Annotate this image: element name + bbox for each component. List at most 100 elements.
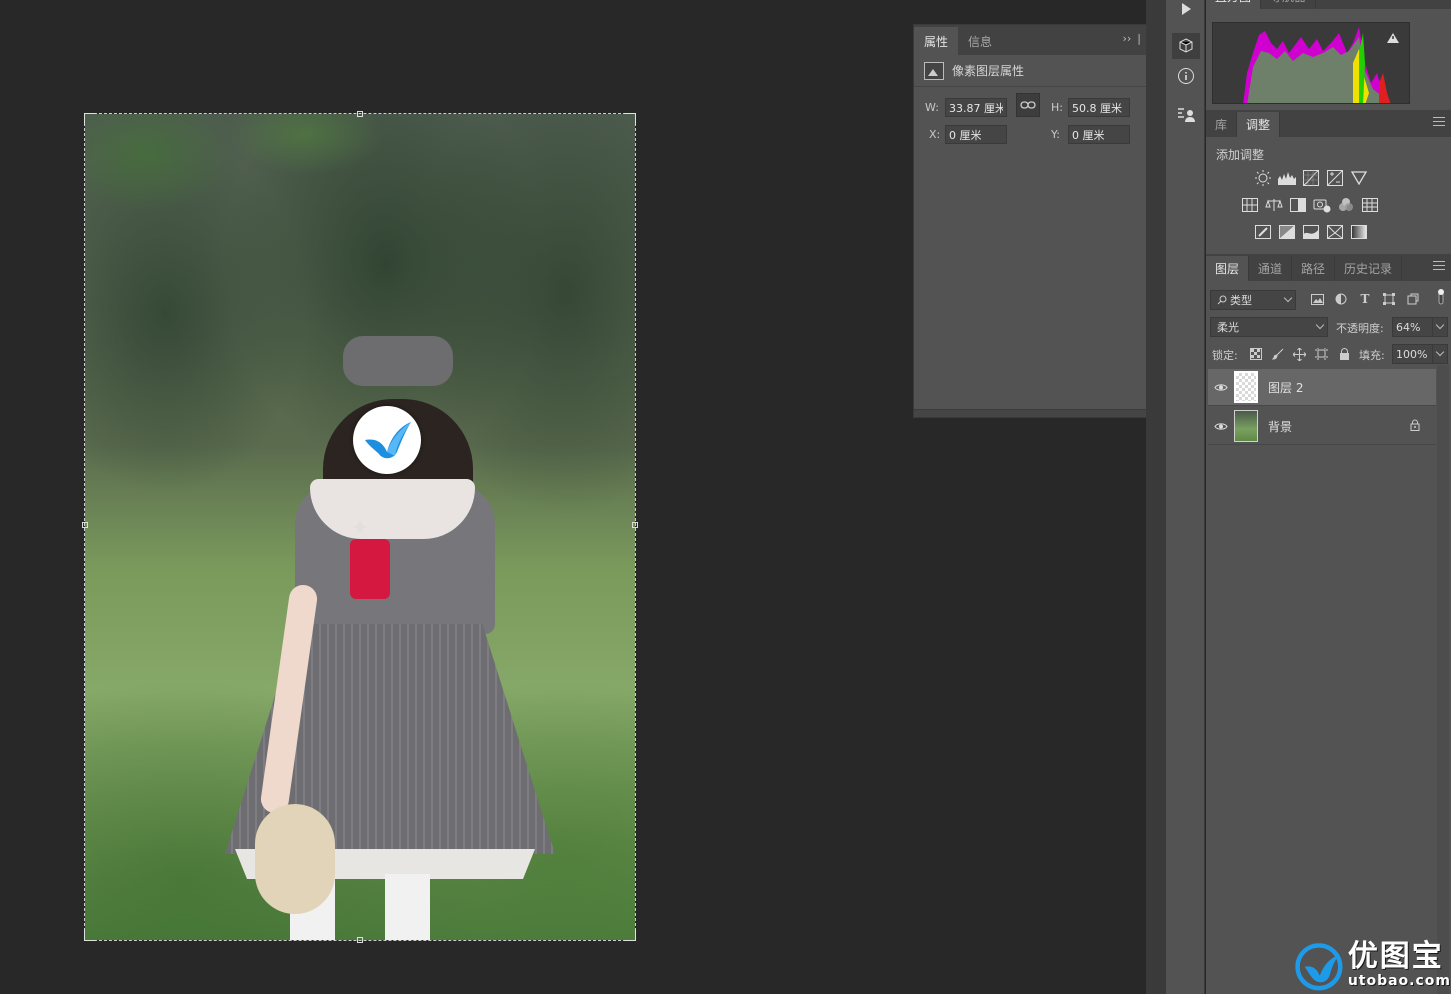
opacity-value: 64% — [1396, 320, 1421, 334]
properties-tab-bar: 属性 信息 ›› | — [914, 25, 1164, 55]
x-position-input[interactable] — [945, 125, 1007, 144]
layer-row[interactable]: 背景 — [1208, 408, 1436, 445]
threshold-icon[interactable] — [1302, 223, 1320, 241]
filter-shape-icon[interactable] — [1382, 292, 1396, 306]
photo-foreground-leaves — [85, 114, 385, 274]
tab-histogram[interactable]: 直方图 — [1206, 0, 1262, 9]
gradient-map-icon[interactable] — [1350, 223, 1368, 241]
x-label: X: — [929, 128, 941, 141]
y-label: Y: — [1051, 128, 1060, 141]
lock-artboard-icon[interactable] — [1314, 347, 1328, 361]
layers-tab-bar: 图层 通道 路径 历史记录 — [1206, 254, 1451, 281]
adjustments-row-2 — [1241, 196, 1379, 214]
tab-paths[interactable]: 路径 — [1292, 256, 1336, 281]
link-dimensions-button[interactable] — [1016, 93, 1040, 117]
fill-input[interactable]: 100% — [1392, 344, 1434, 364]
adjustments-tab-bar: 库 调整 — [1206, 110, 1451, 137]
play-action-icon[interactable] — [1172, 0, 1200, 22]
eye-icon[interactable] — [1208, 422, 1234, 431]
chevron-down-icon — [1283, 293, 1293, 303]
blend-mode-value: 柔光 — [1217, 321, 1239, 334]
width-label: W: — [925, 101, 939, 114]
panel-expand-icon[interactable]: ›› — [1122, 32, 1131, 45]
chevron-down-icon — [1435, 320, 1445, 330]
levels-icon[interactable] — [1278, 169, 1296, 187]
tab-channels[interactable]: 通道 — [1249, 256, 1293, 281]
pixel-layer-icon — [924, 61, 944, 80]
width-input[interactable] — [945, 98, 1007, 117]
exposure-icon[interactable] — [1326, 169, 1344, 187]
chevron-down-icon — [1315, 320, 1325, 330]
layer-name[interactable]: 背景 — [1268, 418, 1410, 435]
panel-resize-handle[interactable] — [914, 409, 1164, 417]
histogram-display — [1212, 22, 1410, 104]
filter-adjustment-icon[interactable] — [1334, 292, 1348, 306]
curves-icon[interactable] — [1302, 169, 1320, 187]
panel-dock-strip — [1146, 0, 1165, 994]
height-input[interactable] — [1068, 98, 1130, 117]
opacity-dropdown[interactable] — [1432, 317, 1448, 337]
tab-history[interactable]: 历史记录 — [1335, 256, 1403, 281]
right-panel-column: 直方图 导航器 库 调整 添加调整 — [1206, 0, 1451, 994]
channel-mixer-icon[interactable] — [1337, 196, 1355, 214]
tab-properties[interactable]: 属性 — [914, 27, 959, 55]
filter-smart-object-icon[interactable] — [1406, 292, 1420, 306]
fill-dropdown[interactable] — [1432, 344, 1448, 364]
lock-icon — [1410, 419, 1420, 434]
color-lookup-icon[interactable] — [1361, 196, 1379, 214]
tab-info[interactable]: 信息 — [958, 27, 1002, 55]
lock-transparent-pixels-icon[interactable] — [1249, 347, 1263, 361]
photo-filter-icon[interactable] — [1313, 196, 1331, 214]
posterize-icon[interactable] — [1278, 223, 1296, 241]
filter-toggle-icon[interactable] — [1434, 289, 1448, 305]
layer-filter-select[interactable]: 类型 — [1210, 290, 1296, 310]
brightness-icon[interactable] — [1254, 169, 1272, 187]
hue-saturation-icon[interactable] — [1241, 196, 1259, 214]
fill-value: 100% — [1396, 347, 1428, 361]
selective-color-icon[interactable] — [1326, 223, 1344, 241]
divider: | — [1137, 32, 1141, 45]
bird-logo-icon — [353, 406, 421, 474]
3d-cube-icon[interactable] — [1172, 33, 1200, 59]
filter-value: 类型 — [1230, 294, 1252, 307]
blend-mode-select[interactable]: 柔光 — [1210, 317, 1328, 337]
watermark-cn-text: 优图宝 — [1347, 939, 1444, 974]
panel-menu-icon[interactable] — [1433, 117, 1445, 129]
lock-image-pixels-icon[interactable] — [1271, 347, 1285, 361]
y-position-input[interactable] — [1068, 125, 1130, 144]
tab-adjustments[interactable]: 调整 — [1237, 112, 1281, 137]
lock-all-icon[interactable] — [1337, 347, 1351, 361]
properties-panel: 属性 信息 ›› | 像素图层属性 W: H: X: Y: — [913, 24, 1165, 418]
tab-libraries[interactable]: 库 — [1206, 112, 1238, 137]
filter-type-icon[interactable]: T — [1358, 292, 1372, 306]
layer-comps-icon[interactable] — [1172, 102, 1200, 128]
layer-row[interactable]: 图层 2 — [1208, 369, 1436, 406]
color-balance-icon[interactable] — [1265, 196, 1283, 214]
panel-menu-icon[interactable] — [1433, 261, 1445, 273]
photo-teddy-bear — [255, 804, 335, 914]
layers-scrollbar[interactable] — [1437, 365, 1449, 994]
info-icon[interactable] — [1172, 63, 1200, 89]
layer-name[interactable]: 图层 2 — [1268, 379, 1436, 396]
photo-subject-leg — [385, 874, 430, 940]
chevron-down-icon — [1435, 347, 1445, 357]
filter-pixel-icon[interactable] — [1310, 292, 1324, 306]
tab-navigator[interactable]: 导航器 — [1261, 0, 1317, 9]
section-title: 像素图层属性 — [952, 64, 1025, 78]
photo-subject-ribbon — [350, 539, 390, 599]
watermark: 优图宝 utobao.com — [1294, 936, 1451, 994]
transform-center-point-icon[interactable] — [354, 521, 366, 533]
adjustments-row-3 — [1254, 223, 1368, 241]
lock-position-icon[interactable] — [1292, 347, 1306, 361]
tab-layers[interactable]: 图层 — [1206, 256, 1250, 281]
lock-label: 锁定: — [1212, 349, 1238, 362]
vibrance-icon[interactable] — [1350, 169, 1368, 187]
opacity-input[interactable]: 64% — [1392, 317, 1434, 337]
layer-thumbnail — [1234, 410, 1258, 442]
utobao-bird-logo-icon — [1295, 943, 1343, 991]
height-label: H: — [1051, 101, 1063, 114]
histogram-tab-bar: 直方图 导航器 — [1206, 0, 1451, 9]
invert-icon[interactable] — [1254, 223, 1272, 241]
black-white-icon[interactable] — [1289, 196, 1307, 214]
eye-icon[interactable] — [1208, 383, 1234, 392]
